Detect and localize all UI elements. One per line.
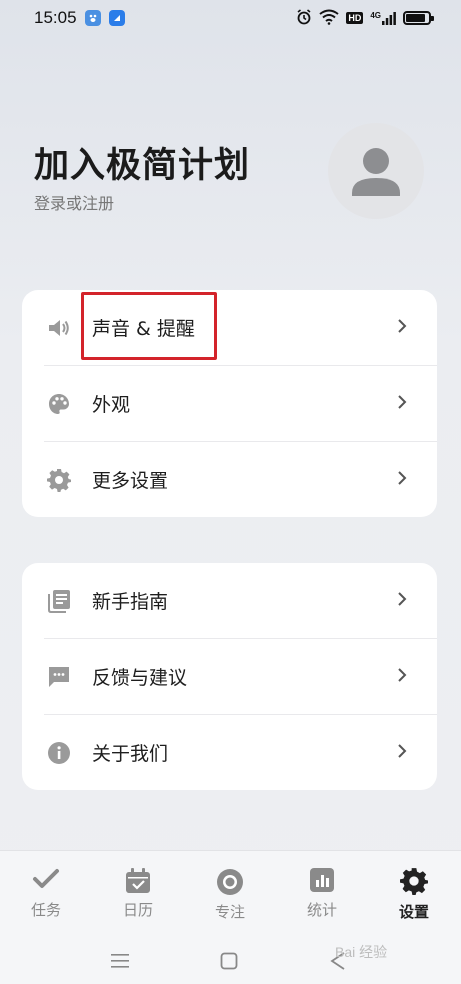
home-icon[interactable] <box>220 952 238 974</box>
tab-label: 任务 <box>30 901 61 919</box>
status-time: 15:05 <box>34 8 77 27</box>
tab-label: 日历 <box>122 901 153 919</box>
chevron-right-icon <box>397 667 407 687</box>
wifi-icon <box>319 9 339 28</box>
chevron-right-icon <box>397 470 407 490</box>
profile-title[interactable]: 加入极简计划 <box>34 137 250 188</box>
system-nav-bar <box>0 940 461 984</box>
guide-book-icon <box>46 588 72 614</box>
menu-icon[interactable] <box>110 952 130 974</box>
settings-row-label: 外观 <box>92 394 131 416</box>
settings-row-label: 新手指南 <box>92 591 169 613</box>
app-icon <box>108 10 125 26</box>
signal-icon: 4G <box>370 11 396 25</box>
avatar[interactable] <box>328 123 424 219</box>
settings-row-appearance[interactable]: 外观 <box>22 366 437 441</box>
tab-tasks[interactable]: 任务 <box>0 851 92 931</box>
settings-row-guide[interactable]: 新手指南 <box>22 563 437 638</box>
gear-icon <box>46 467 72 493</box>
stats-icon <box>276 867 368 893</box>
status-bar: 15:05 HD 4G <box>0 0 461 36</box>
settings-row-label: 反馈与建议 <box>92 667 188 689</box>
bottom-tab-bar: 任务 日历 专注 统计 设置 <box>0 850 461 940</box>
tab-label: 统计 <box>306 901 337 919</box>
settings-card-help: 新手指南 反馈与建议 关于我们 <box>22 563 437 790</box>
battery-icon <box>403 11 434 25</box>
settings-row-feedback[interactable]: 反馈与建议 <box>22 639 437 714</box>
volume-icon <box>46 315 72 341</box>
login-register-link[interactable]: 登录或注册 <box>34 190 114 214</box>
chevron-right-icon <box>397 394 407 414</box>
chevron-right-icon <box>397 318 407 338</box>
feedback-icon <box>46 664 72 690</box>
battery-level <box>406 14 425 22</box>
watermark-text: Bai 经验 <box>335 944 388 960</box>
check-icon <box>0 867 92 891</box>
baidu-paw-icon <box>84 10 101 26</box>
settings-row-label: 更多设置 <box>92 470 169 492</box>
gear-icon <box>368 867 460 895</box>
tab-focus[interactable]: 专注 <box>184 851 276 931</box>
hd-icon: HD <box>346 12 364 24</box>
info-icon <box>46 740 72 766</box>
user-avatar-icon <box>352 148 400 196</box>
tab-settings[interactable]: 设置 <box>368 851 460 931</box>
palette-icon <box>46 391 72 417</box>
chevron-right-icon <box>397 591 407 611</box>
tab-calendar[interactable]: 日历 <box>92 851 184 931</box>
network-type: 4G <box>370 11 381 20</box>
chevron-right-icon <box>397 743 407 763</box>
settings-row-more-settings[interactable]: 更多设置 <box>22 442 437 517</box>
settings-row-about[interactable]: 关于我们 <box>22 715 437 790</box>
highlight-annotation-box <box>81 292 217 360</box>
calendar-icon <box>92 867 184 895</box>
tab-label: 专注 <box>214 903 245 921</box>
tab-stats[interactable]: 统计 <box>276 851 368 931</box>
focus-icon <box>184 867 276 897</box>
settings-row-label: 关于我们 <box>92 743 169 765</box>
tab-label: 设置 <box>398 903 429 921</box>
alarm-icon <box>296 8 312 28</box>
